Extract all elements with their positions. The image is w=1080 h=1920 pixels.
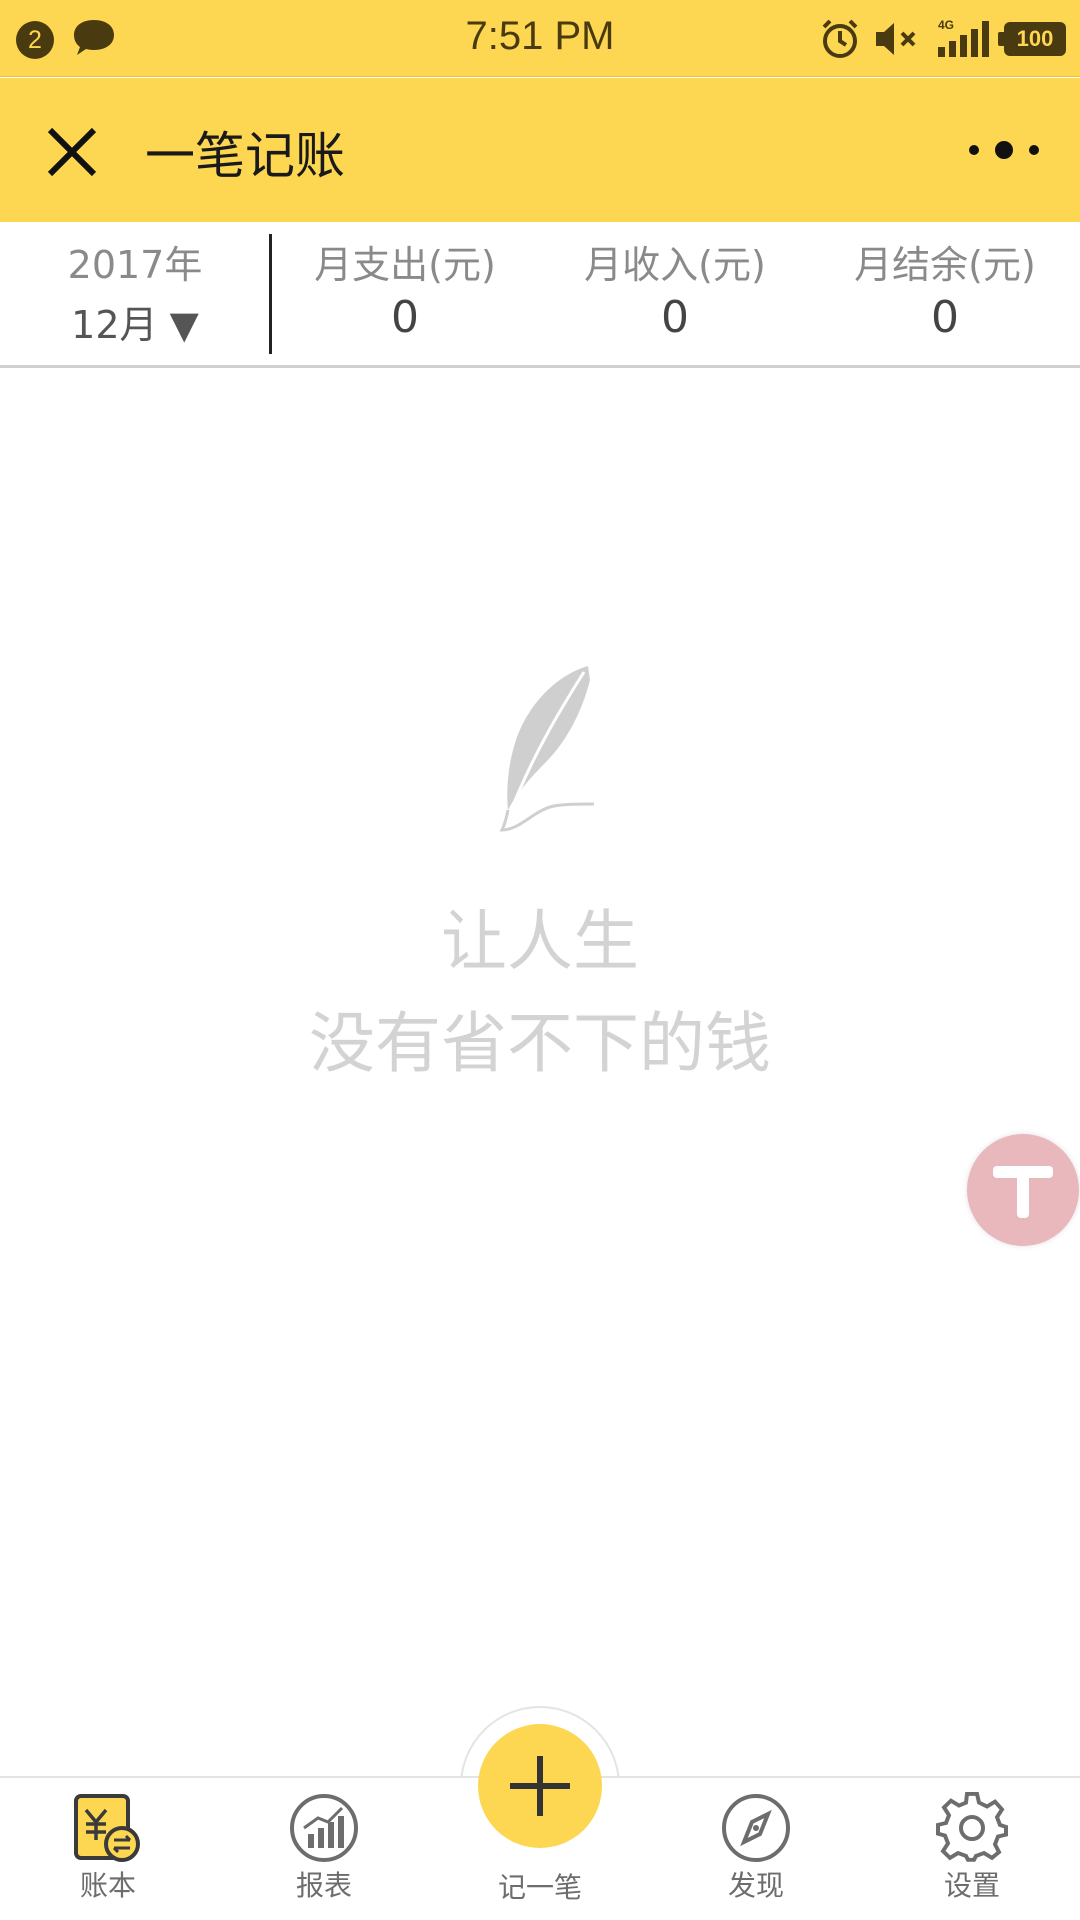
balance-label: 月结余(元) xyxy=(854,243,1036,287)
monthly-income: 月收入(元) 0 xyxy=(540,222,810,368)
battery-icon: 100 xyxy=(998,22,1066,56)
compass-icon xyxy=(722,1794,790,1862)
tab-label-discover: 发现 xyxy=(727,1869,784,1902)
more-icon[interactable] xyxy=(964,130,1044,170)
tool-icon xyxy=(993,1166,1053,1218)
expense-label: 月支出(元) xyxy=(314,243,496,287)
monthly-balance: 月结余(元) 0 xyxy=(810,222,1080,368)
status-icons: 4G 100 xyxy=(818,14,1066,64)
add-record-button[interactable] xyxy=(478,1724,602,1848)
empty-slogan-line1: 让人生 xyxy=(441,903,639,980)
tab-discover[interactable]: 发现 xyxy=(648,1778,864,1920)
month-label: 12月 ▼ xyxy=(71,303,199,347)
mute-icon xyxy=(876,23,916,55)
monthly-expense: 月支出(元) 0 xyxy=(270,222,540,368)
add-record-label: 记一笔 xyxy=(497,1871,582,1904)
empty-slogan-line2: 没有省不下的钱 xyxy=(309,1005,771,1082)
balance-value: 0 xyxy=(931,292,959,343)
year-label: 2017年 xyxy=(67,243,203,287)
ledger-icon xyxy=(74,1794,140,1862)
close-icon[interactable] xyxy=(40,120,104,184)
monthly-summary: 2017年 12月 ▼ 月支出(元) 0 月收入(元) 0 月结余(元) 0 xyxy=(0,222,1080,368)
tab-label-settings: 设置 xyxy=(943,1869,1000,1902)
expense-value: 0 xyxy=(391,292,419,343)
plus-icon xyxy=(510,1756,570,1816)
signal-icon: 4G xyxy=(938,18,989,57)
tab-report[interactable]: 报表 xyxy=(216,1778,432,1920)
app-header: 一笔记账 xyxy=(0,78,1080,222)
svg-text:4G: 4G xyxy=(938,18,954,32)
tab-ledger[interactable]: 账本 xyxy=(0,1778,216,1920)
floating-tool-button[interactable] xyxy=(967,1134,1079,1246)
tab-label-report: 报表 xyxy=(295,1869,352,1902)
feather-icon xyxy=(499,666,595,832)
chart-icon xyxy=(290,1794,358,1862)
tab-settings[interactable]: 设置 xyxy=(864,1778,1080,1920)
alarm-icon xyxy=(822,19,858,58)
income-value: 0 xyxy=(661,292,689,343)
gear-icon xyxy=(936,1792,1008,1862)
status-bar: 2 7:51 PM 4G 100 xyxy=(0,0,1080,77)
month-picker[interactable]: 2017年 12月 ▼ xyxy=(0,222,270,368)
page-title: 一笔记账 xyxy=(145,127,345,185)
tab-label-ledger: 账本 xyxy=(79,1869,136,1902)
income-label: 月收入(元) xyxy=(584,243,766,287)
